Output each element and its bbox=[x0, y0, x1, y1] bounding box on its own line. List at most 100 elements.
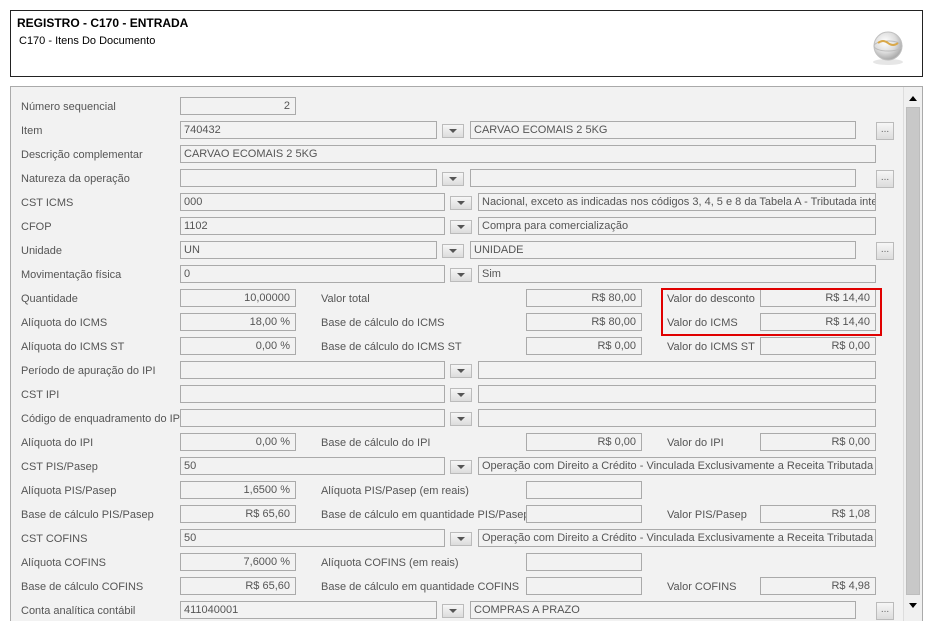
chevron-down-icon bbox=[457, 393, 465, 397]
aliquota-icms-st-field[interactable]: 0,00 % bbox=[180, 337, 296, 355]
item-code-field[interactable]: 740432 bbox=[180, 121, 437, 139]
label-cfop: CFOP bbox=[21, 221, 52, 233]
base-calculo-qtd-cofins-field[interactable] bbox=[526, 577, 642, 595]
cst-icms-code-field[interactable]: 000 bbox=[180, 193, 445, 211]
label-unidade: Unidade bbox=[21, 245, 62, 257]
aliquota-icms-field[interactable]: 18,00 % bbox=[180, 313, 296, 331]
quantidade-field[interactable]: 10,00000 bbox=[180, 289, 296, 307]
label-cst-icms: CST ICMS bbox=[21, 197, 74, 209]
chevron-down-icon bbox=[449, 609, 457, 613]
label-valor-total: Valor total bbox=[321, 293, 370, 305]
base-calculo-icms-st-field[interactable]: R$ 0,00 bbox=[526, 337, 642, 355]
conta-analitica-code-field[interactable]: 411040001 bbox=[180, 601, 437, 619]
label-numero-sequencial: Número sequencial bbox=[21, 101, 116, 113]
valor-total-field[interactable]: R$ 80,00 bbox=[526, 289, 642, 307]
cst-cofins-code-field[interactable]: 50 bbox=[180, 529, 445, 547]
scrollbar-thumb[interactable] bbox=[906, 107, 920, 595]
cst-icms-dropdown[interactable] bbox=[450, 196, 472, 210]
base-calculo-icms-field[interactable]: R$ 80,00 bbox=[526, 313, 642, 331]
natureza-operacao-desc-field[interactable] bbox=[470, 169, 856, 187]
aliquota-pis-reais-field[interactable] bbox=[526, 481, 642, 499]
conta-analitica-dropdown[interactable] bbox=[442, 604, 464, 618]
cfop-dropdown[interactable] bbox=[450, 220, 472, 234]
label-item: Item bbox=[21, 125, 43, 137]
numero-sequencial-field[interactable]: 2 bbox=[180, 97, 296, 115]
item-dropdown[interactable] bbox=[442, 124, 464, 138]
item-lookup-button[interactable]: ... bbox=[876, 122, 894, 140]
movimentacao-fisica-dropdown[interactable] bbox=[450, 268, 472, 282]
valor-ipi-field[interactable]: R$ 0,00 bbox=[760, 433, 876, 451]
label-movimentacao-fisica: Movimentação física bbox=[21, 269, 122, 281]
label-base-calculo-cofins: Base de cálculo COFINS bbox=[21, 581, 144, 593]
label-valor-pis: Valor PIS/Pasep bbox=[667, 509, 747, 521]
valor-icms-st-field[interactable]: R$ 0,00 bbox=[760, 337, 876, 355]
descricao-complementar-field[interactable]: CARVAO ECOMAIS 2 5KG bbox=[180, 145, 876, 163]
chevron-down-icon bbox=[457, 225, 465, 229]
natureza-operacao-lookup-button[interactable]: ... bbox=[876, 170, 894, 188]
movimentacao-fisica-code-field[interactable]: 0 bbox=[180, 265, 445, 283]
label-aliquota-icms: Alíquota do ICMS bbox=[21, 317, 108, 329]
cst-cofins-dropdown[interactable] bbox=[450, 532, 472, 546]
base-calculo-cofins-field[interactable]: R$ 65,60 bbox=[180, 577, 296, 595]
natureza-operacao-code-field[interactable] bbox=[180, 169, 437, 187]
conta-analitica-desc-field[interactable]: COMPRAS A PRAZO bbox=[470, 601, 856, 619]
codigo-enquadramento-ipi-code-field[interactable] bbox=[180, 409, 445, 427]
aliquota-ipi-field[interactable]: 0,00 % bbox=[180, 433, 296, 451]
unidade-dropdown[interactable] bbox=[442, 244, 464, 258]
label-base-calculo-icms: Base de cálculo do ICMS bbox=[321, 317, 445, 329]
label-quantidade: Quantidade bbox=[21, 293, 78, 305]
label-base-calculo-ipi: Base de cálculo do IPI bbox=[321, 437, 431, 449]
cst-pis-code-field[interactable]: 50 bbox=[180, 457, 445, 475]
periodo-apuracao-ipi-code-field[interactable] bbox=[180, 361, 445, 379]
periodo-apuracao-ipi-desc-field[interactable] bbox=[478, 361, 876, 379]
base-calculo-qtd-pis-field[interactable] bbox=[526, 505, 642, 523]
chevron-down-icon bbox=[449, 249, 457, 253]
label-aliquota-cofins: Alíquota COFINS bbox=[21, 557, 106, 569]
chevron-down-icon bbox=[457, 417, 465, 421]
chevron-down-icon bbox=[457, 537, 465, 541]
vertical-scrollbar[interactable] bbox=[903, 87, 922, 621]
cst-cofins-desc-field[interactable]: Operação com Direito a Crédito - Vincula… bbox=[478, 529, 876, 547]
movimentacao-fisica-desc-field[interactable]: Sim bbox=[478, 265, 876, 283]
cst-ipi-desc-field[interactable] bbox=[478, 385, 876, 403]
cst-ipi-code-field[interactable] bbox=[180, 385, 445, 403]
aliquota-cofins-reais-field[interactable] bbox=[526, 553, 642, 571]
scroll-up-button[interactable] bbox=[906, 92, 920, 106]
arrow-up-icon bbox=[909, 96, 917, 101]
cst-ipi-dropdown[interactable] bbox=[450, 388, 472, 402]
item-desc-field[interactable]: CARVAO ECOMAIS 2 5KG bbox=[470, 121, 856, 139]
label-codigo-enquadramento-ipi: Código de enquadramento do IPI bbox=[21, 413, 184, 425]
label-aliquota-pis-reais: Alíquota PIS/Pasep (em reais) bbox=[321, 485, 469, 497]
valor-pis-field[interactable]: R$ 1,08 bbox=[760, 505, 876, 523]
page-title: REGISTRO - C170 - ENTRADA bbox=[17, 16, 189, 30]
label-base-calculo-qtd-cofins: Base de cálculo em quantidade COFINS bbox=[321, 581, 520, 593]
base-calculo-ipi-field[interactable]: R$ 0,00 bbox=[526, 433, 642, 451]
cst-pis-desc-field[interactable]: Operação com Direito a Crédito - Vincula… bbox=[478, 457, 876, 475]
highlight-box bbox=[661, 288, 882, 336]
arrow-down-icon bbox=[909, 603, 917, 608]
aliquota-cofins-field[interactable]: 7,6000 % bbox=[180, 553, 296, 571]
periodo-apuracao-ipi-dropdown[interactable] bbox=[450, 364, 472, 378]
valor-cofins-field[interactable]: R$ 4,98 bbox=[760, 577, 876, 595]
codigo-enquadramento-ipi-desc-field[interactable] bbox=[478, 409, 876, 427]
conta-analitica-lookup-button[interactable]: ... bbox=[876, 602, 894, 620]
cfop-desc-field[interactable]: Compra para comercialização bbox=[478, 217, 876, 235]
label-natureza-operacao: Natureza da operação bbox=[21, 173, 130, 185]
form-panel: Número sequencial 2 Item 740432 CARVAO E… bbox=[10, 86, 923, 621]
natureza-operacao-dropdown[interactable] bbox=[442, 172, 464, 186]
base-calculo-pis-field[interactable]: R$ 65,60 bbox=[180, 505, 296, 523]
cst-pis-dropdown[interactable] bbox=[450, 460, 472, 474]
unidade-desc-field[interactable]: UNIDADE bbox=[470, 241, 856, 259]
aliquota-pis-field[interactable]: 1,6500 % bbox=[180, 481, 296, 499]
page-header: REGISTRO - C170 - ENTRADA C170 - Itens D… bbox=[10, 10, 923, 77]
chevron-down-icon bbox=[449, 129, 457, 133]
unidade-code-field[interactable]: UN bbox=[180, 241, 437, 259]
codigo-enquadramento-ipi-dropdown[interactable] bbox=[450, 412, 472, 426]
unidade-lookup-button[interactable]: ... bbox=[876, 242, 894, 260]
scroll-down-button[interactable] bbox=[906, 599, 920, 613]
form-area: Número sequencial 2 Item 740432 CARVAO E… bbox=[11, 87, 904, 621]
cfop-code-field[interactable]: 1102 bbox=[180, 217, 445, 235]
label-cst-cofins: CST COFINS bbox=[21, 533, 88, 545]
cst-icms-desc-field[interactable]: Nacional, exceto as indicadas nos código… bbox=[478, 193, 876, 211]
label-base-calculo-qtd-pis: Base de cálculo em quantidade PIS/Pasep bbox=[321, 509, 530, 521]
